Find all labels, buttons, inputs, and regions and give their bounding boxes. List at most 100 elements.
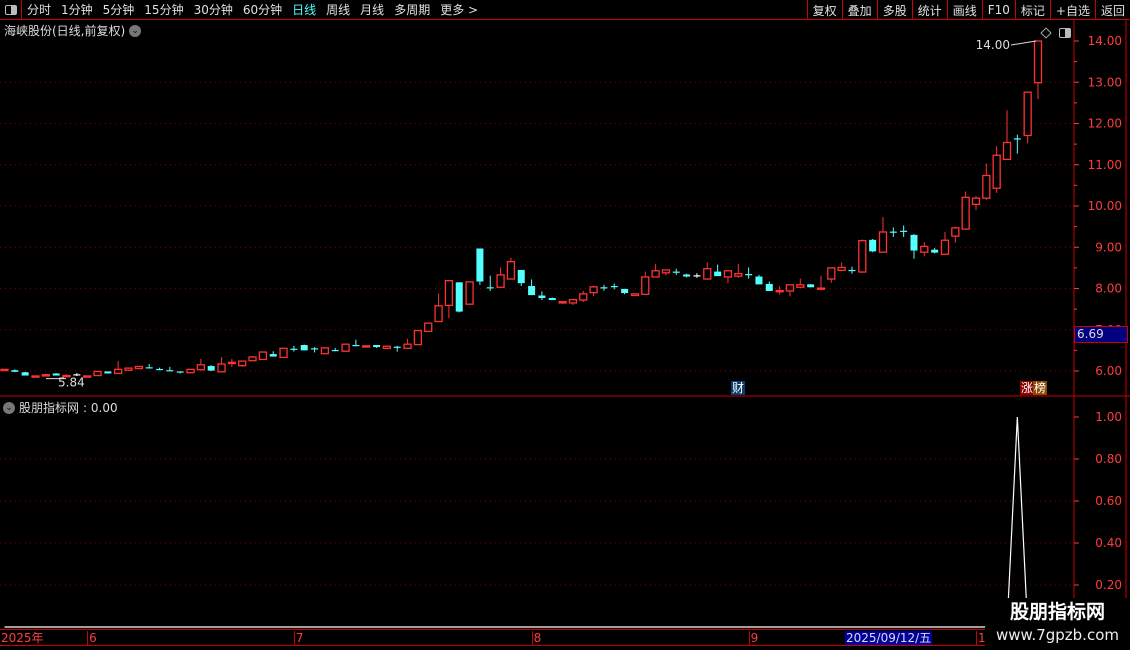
candle-up xyxy=(796,284,805,288)
candle-up xyxy=(878,231,888,253)
candle-up xyxy=(568,298,578,304)
selected-date: 2025/09/12/五 xyxy=(845,631,933,645)
candle-flat xyxy=(693,275,701,277)
candle-down xyxy=(166,370,174,372)
candle-up xyxy=(734,272,743,277)
candle-up xyxy=(238,360,247,367)
candle-down xyxy=(486,287,494,289)
limit-up-marker[interactable]: 涨 xyxy=(1020,381,1035,395)
candle-up xyxy=(661,269,671,274)
candle-down xyxy=(455,282,463,312)
candle-down xyxy=(548,297,556,301)
candle-up xyxy=(382,345,392,349)
candle-up xyxy=(816,287,826,290)
candle-down xyxy=(869,239,877,252)
candle-up xyxy=(1023,91,1032,137)
candle-up xyxy=(114,368,123,375)
candle-up xyxy=(124,367,133,371)
candle-down xyxy=(393,346,401,348)
kline-chart[interactable]: 6.007.008.009.0010.0011.0012.0013.0014.0… xyxy=(0,0,1130,650)
candle-up xyxy=(465,281,474,305)
candle-down xyxy=(11,370,19,372)
candle-down xyxy=(621,288,629,294)
candle-down xyxy=(352,345,360,347)
candle-down xyxy=(156,368,164,371)
candle-down xyxy=(207,366,215,371)
time-axis: 2025/09/12/五 1 2025年 6 7 8 9 xyxy=(0,629,986,646)
candle-up xyxy=(837,266,846,271)
candle-down xyxy=(104,371,112,374)
indicator-tick-label: 1.00 xyxy=(1095,410,1122,424)
candle-down xyxy=(610,286,618,288)
candle-up xyxy=(196,364,206,371)
price-tick-label: 12.00 xyxy=(1088,117,1122,131)
watermark-line1: 股朋指标网 xyxy=(1009,601,1105,623)
candle-down xyxy=(373,345,381,348)
candle-up xyxy=(630,293,640,297)
current-price-label: 6.69 xyxy=(1074,326,1128,343)
indicator-line xyxy=(4,416,1038,628)
candle-up xyxy=(827,267,836,280)
candle-down xyxy=(765,283,773,291)
indicator-name: 股朋指标网 xyxy=(19,401,80,415)
ranking-marker[interactable]: 榜 xyxy=(1033,381,1048,395)
candle-up xyxy=(413,329,423,346)
candle-down xyxy=(476,248,484,282)
candle-up xyxy=(227,361,237,365)
chevron-down-icon[interactable]: ⌄ xyxy=(3,401,15,414)
candle-down xyxy=(331,349,339,352)
candle-up xyxy=(362,345,371,348)
candle-up xyxy=(93,370,102,377)
candle-down xyxy=(145,367,153,369)
candle-up xyxy=(434,305,443,323)
candle-up xyxy=(424,322,433,333)
candle-down xyxy=(300,345,308,351)
candle-up xyxy=(258,351,268,361)
candle-down xyxy=(21,372,29,376)
candle-down xyxy=(528,286,536,296)
candle-up xyxy=(785,284,795,292)
candle-down xyxy=(311,348,319,350)
candle-up xyxy=(444,280,454,307)
candle-up xyxy=(951,227,960,237)
candle-up xyxy=(703,268,712,280)
candle-down xyxy=(889,231,897,233)
candle-down xyxy=(910,234,918,251)
price-tick-label: 9.00 xyxy=(1095,240,1122,254)
price-tick-label: 6.00 xyxy=(1095,364,1122,378)
indicator-tick-label: 0.40 xyxy=(1095,536,1122,550)
candle-down xyxy=(755,276,763,285)
time-label: 9 xyxy=(748,631,759,645)
finance-marker[interactable]: 财 xyxy=(731,381,746,395)
candle-up xyxy=(41,374,50,377)
candle-up xyxy=(279,347,288,359)
candle-down xyxy=(683,274,691,277)
candle-up xyxy=(83,375,92,378)
candle-up xyxy=(320,347,330,355)
time-label: 7 xyxy=(293,631,304,645)
candle-down xyxy=(900,230,908,232)
time-label: 8 xyxy=(531,631,542,645)
candle-up xyxy=(641,276,650,295)
candle-down xyxy=(931,249,939,253)
candle-up xyxy=(723,270,733,278)
high-price-label: 14.00 xyxy=(976,38,1010,52)
candle-up xyxy=(961,196,970,230)
indicator-tick-label: 0.20 xyxy=(1095,578,1122,592)
candle-down xyxy=(517,269,525,284)
candle-down xyxy=(745,274,753,276)
candle-down xyxy=(600,287,608,289)
candle-down xyxy=(290,348,298,350)
time-label: 2025年 xyxy=(1,631,44,645)
candle-down xyxy=(538,295,546,298)
candle-up xyxy=(31,375,40,378)
price-tick-label: 14.00 xyxy=(1088,34,1122,48)
candle-up xyxy=(558,301,567,304)
candle-up xyxy=(858,239,867,273)
candle-up xyxy=(920,245,929,253)
time-label: 6 xyxy=(87,631,97,645)
candle-up xyxy=(403,343,412,349)
candle-down xyxy=(672,271,680,273)
indicator-tick-label: 0.60 xyxy=(1095,494,1122,508)
candle-up xyxy=(982,174,991,199)
